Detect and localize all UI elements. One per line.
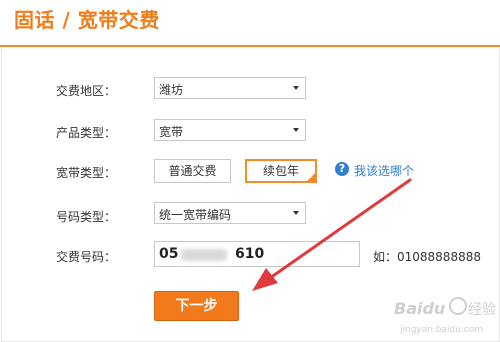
svg-text:Baidu: Baidu <box>394 299 445 318</box>
svg-text:经验: 经验 <box>468 302 496 318</box>
baidu-watermark-logo: Baidu 经验 jingyan.baidu.com <box>394 297 496 335</box>
svg-text:jingyan.baidu.com: jingyan.baidu.com <box>399 325 483 335</box>
annotation-arrow <box>252 178 412 291</box>
